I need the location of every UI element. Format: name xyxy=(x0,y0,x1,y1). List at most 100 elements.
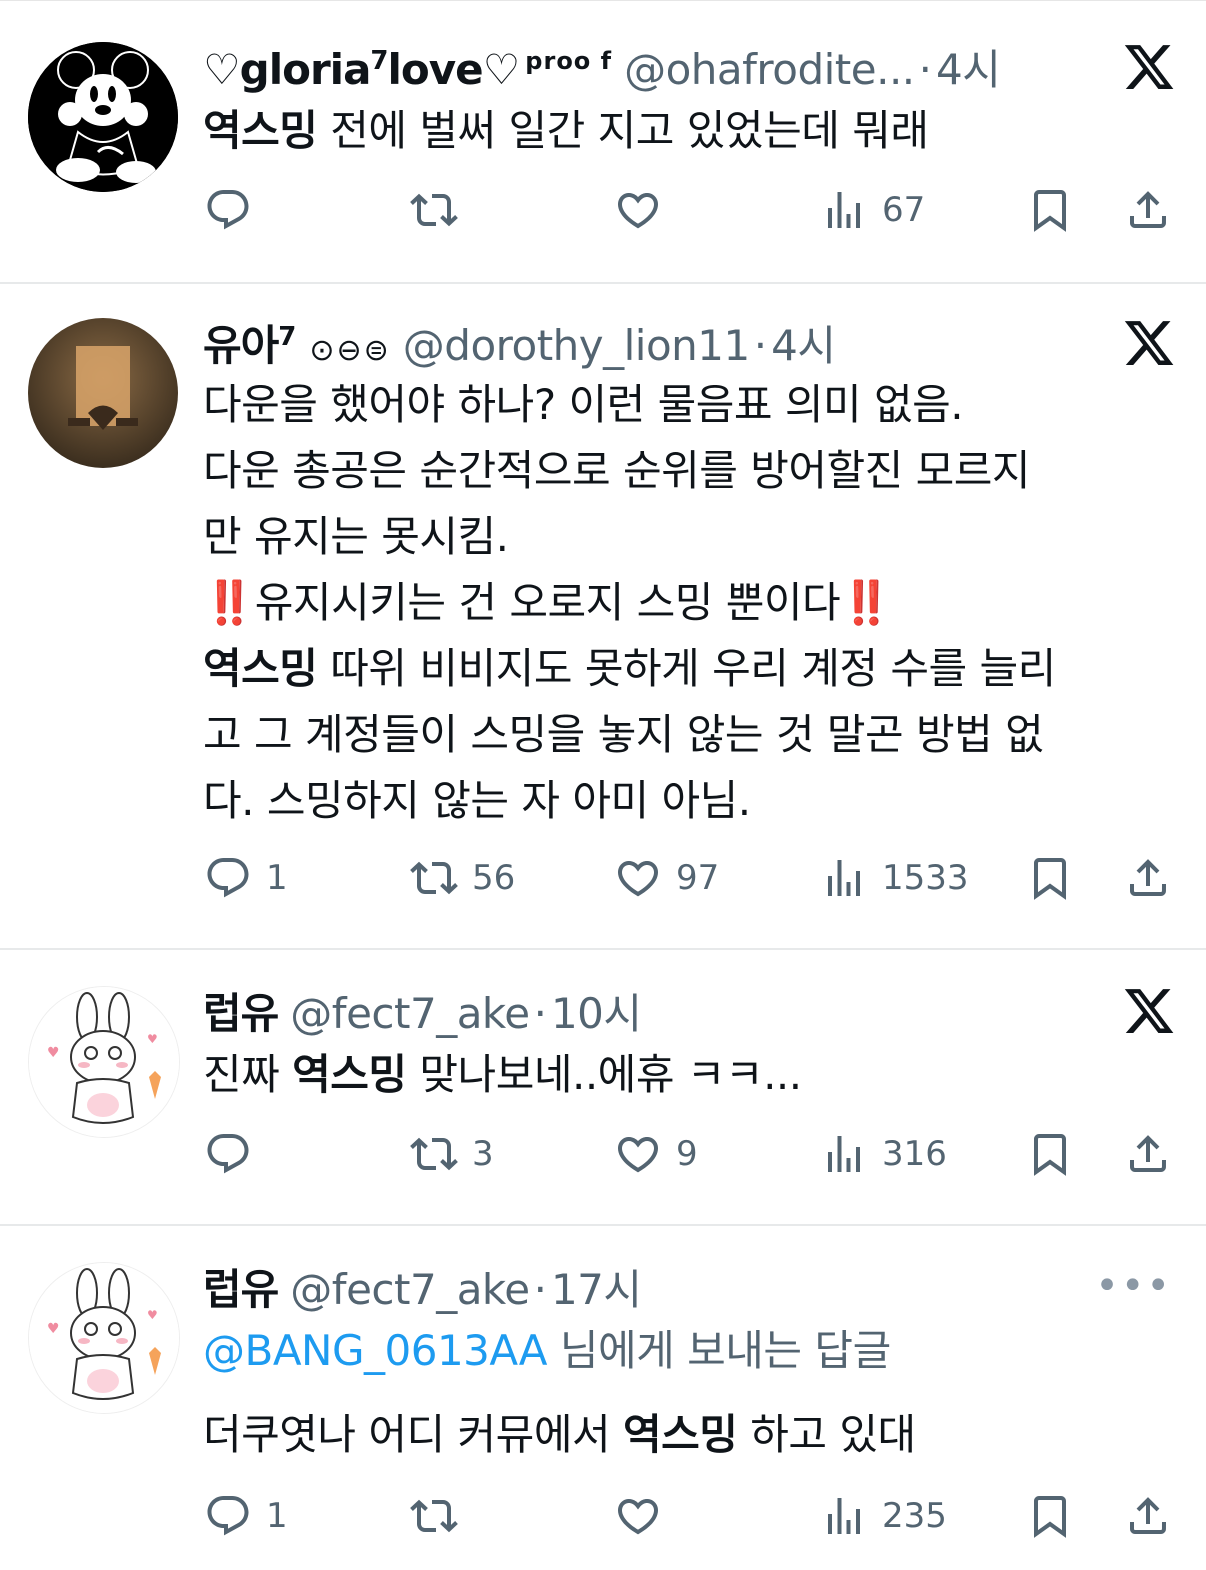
like-button[interactable] xyxy=(614,1492,676,1540)
x-logo-icon xyxy=(1124,45,1174,89)
bookmark-button[interactable] xyxy=(1026,1492,1074,1540)
like-button[interactable] xyxy=(614,186,676,234)
timestamp[interactable]: 10시 xyxy=(551,980,642,1040)
share-icon xyxy=(1130,1497,1166,1534)
tweet-4[interactable]: ♥ ♥ 럽유 @fect7_ake · 17시 ••• @BANG_0613AA… xyxy=(0,1226,1206,1570)
bookmark-icon xyxy=(1034,1134,1066,1176)
retweet-icon xyxy=(410,861,458,895)
mickey-avatar-icon xyxy=(28,42,178,192)
tweet-header: ♡gloria7love♡ proo f @ohafrodite... · 4시 xyxy=(203,36,1086,96)
tweet-3[interactable]: ♥ ♥ 럽유 @fect7_ake · 10시 진짜 역스밍 맞나보네..에휴 … xyxy=(0,950,1206,1224)
tweet-text: 진짜 역스밍 맞나보네..에휴 ㅋㅋ... xyxy=(203,1050,802,1099)
handle[interactable]: @dorothy_lion11 xyxy=(403,321,750,370)
highlight-term: 역스밍 xyxy=(292,1050,407,1099)
share-button[interactable] xyxy=(1124,1130,1172,1178)
views-icon xyxy=(828,1136,860,1172)
display-name[interactable]: ♡gloria7love♡ proo f xyxy=(203,45,612,94)
reply-button[interactable]: 1 xyxy=(204,1492,288,1540)
timestamp[interactable]: 4시 xyxy=(771,312,836,372)
retweet-icon xyxy=(410,193,458,227)
share-icon xyxy=(1130,859,1166,896)
svg-text:♥: ♥ xyxy=(147,1308,158,1322)
avatar[interactable]: ♥ ♥ xyxy=(28,1262,180,1414)
tweet-actions: 67 xyxy=(0,186,1206,246)
tweet-actions: 1 235 xyxy=(0,1492,1206,1552)
share-button[interactable] xyxy=(1124,1492,1172,1540)
bunny-avatar-icon: ♥ ♥ xyxy=(29,987,179,1137)
views-button[interactable]: 316 xyxy=(820,1130,947,1178)
reply-icon xyxy=(207,1134,249,1174)
tweet-header: 럽유 @fect7_ake · 10시 xyxy=(203,980,1086,1040)
bunny-avatar-icon: ♥ ♥ xyxy=(29,1263,179,1413)
tweet-actions: 1 56 97 1533 xyxy=(0,854,1206,914)
views-button[interactable]: 1533 xyxy=(820,854,969,902)
handle[interactable]: @ohafrodite... xyxy=(624,45,915,94)
bookmark-button[interactable] xyxy=(1026,854,1074,902)
views-icon xyxy=(828,1498,860,1534)
tweet-1[interactable]: ♡gloria7love♡ proo f @ohafrodite... · 4시 … xyxy=(0,0,1206,282)
views-icon xyxy=(828,860,860,896)
heart-icon xyxy=(617,1137,659,1173)
heart-icon xyxy=(617,861,659,897)
bookmark-icon xyxy=(1034,190,1066,232)
like-button[interactable]: 97 xyxy=(614,854,719,902)
avatar[interactable] xyxy=(28,318,178,468)
share-button[interactable] xyxy=(1124,854,1172,902)
tweet-text: 더쿠엿나 어디 커뮤에서 역스밍 하고 있대 xyxy=(203,1410,916,1459)
name-badges: ⊙⊖⊜ xyxy=(309,333,391,368)
tweet-header: 유아7 ⊙⊖⊜ @dorothy_lion11 · 4시 xyxy=(203,312,1086,372)
views-button[interactable]: 235 xyxy=(820,1492,947,1540)
separator-dot: · xyxy=(753,321,768,370)
display-name[interactable]: 럽유 xyxy=(203,1256,279,1316)
display-name[interactable]: 유아7 xyxy=(203,312,296,372)
timestamp[interactable]: 17시 xyxy=(551,1256,642,1316)
retweet-button[interactable]: 3 xyxy=(410,1130,494,1178)
tweet-text: 역스밍 전에 벌써 일간 지고 있었는데 뭐래 xyxy=(203,106,929,155)
text-line: 역스밍 따위 비비지도 못하게 우리 계정 수를 늘리 xyxy=(203,644,1056,693)
avatar[interactable] xyxy=(28,42,178,192)
retweet-button[interactable] xyxy=(410,1492,472,1540)
bookmark-icon xyxy=(1034,1496,1066,1538)
views-button[interactable]: 67 xyxy=(820,186,925,234)
heart-shadow-avatar-icon xyxy=(28,318,178,468)
heart-icon xyxy=(617,193,659,229)
reply-context: @BANG_0613AA 님에게 보내는 답글 xyxy=(203,1326,891,1375)
reply-button[interactable] xyxy=(204,1130,266,1178)
share-icon xyxy=(1130,191,1166,228)
reply-icon xyxy=(207,1496,249,1536)
text-line: ‼️유지시키는 건 오로지 스밍 뿐이다‼️ xyxy=(203,578,892,627)
tweet-2[interactable]: 유아7 ⊙⊖⊜ @dorothy_lion11 · 4시 다운을 했어야 하나?… xyxy=(0,284,1206,948)
reply-icon xyxy=(207,190,249,230)
mention-link[interactable]: @BANG_0613AA xyxy=(203,1326,548,1375)
bookmark-button[interactable] xyxy=(1026,1130,1074,1178)
reply-button[interactable]: 1 xyxy=(204,854,288,902)
retweet-icon xyxy=(410,1137,458,1171)
svg-text:♥: ♥ xyxy=(47,1321,60,1337)
reply-button[interactable] xyxy=(204,186,266,234)
tweet-actions: 3 9 316 xyxy=(0,1130,1206,1190)
text-line: 다. 스밍하지 않는 자 아미 아님. xyxy=(203,776,751,825)
text-line: 만 유지는 못시킴. xyxy=(203,512,509,561)
svg-text:♥: ♥ xyxy=(47,1045,60,1061)
share-button[interactable] xyxy=(1124,186,1172,234)
timestamp[interactable]: 4시 xyxy=(936,36,1001,96)
heart-icon xyxy=(617,1499,659,1535)
highlight-term: 역스밍 xyxy=(203,106,318,155)
more-options-icon[interactable]: ••• xyxy=(1095,1266,1172,1306)
handle[interactable]: @fect7_ake xyxy=(290,989,530,1038)
retweet-button[interactable] xyxy=(410,186,472,234)
handle[interactable]: @fect7_ake xyxy=(290,1265,530,1314)
text-line: 고 그 계정들이 스밍을 놓지 않는 것 말곤 방법 없 xyxy=(203,710,1044,759)
like-button[interactable]: 9 xyxy=(614,1130,698,1178)
bookmark-icon xyxy=(1034,858,1066,900)
reply-icon xyxy=(207,858,249,898)
retweet-button[interactable]: 56 xyxy=(410,854,515,902)
highlight-term: 역스밍 xyxy=(622,1410,738,1459)
bookmark-button[interactable] xyxy=(1026,186,1074,234)
display-name[interactable]: 럽유 xyxy=(203,980,279,1040)
separator-dot: · xyxy=(918,45,933,94)
share-icon xyxy=(1130,1135,1166,1172)
avatar[interactable]: ♥ ♥ xyxy=(28,986,180,1138)
svg-text:♥: ♥ xyxy=(147,1032,158,1046)
tweet-header: 럽유 @fect7_ake · 17시 xyxy=(203,1256,1086,1316)
